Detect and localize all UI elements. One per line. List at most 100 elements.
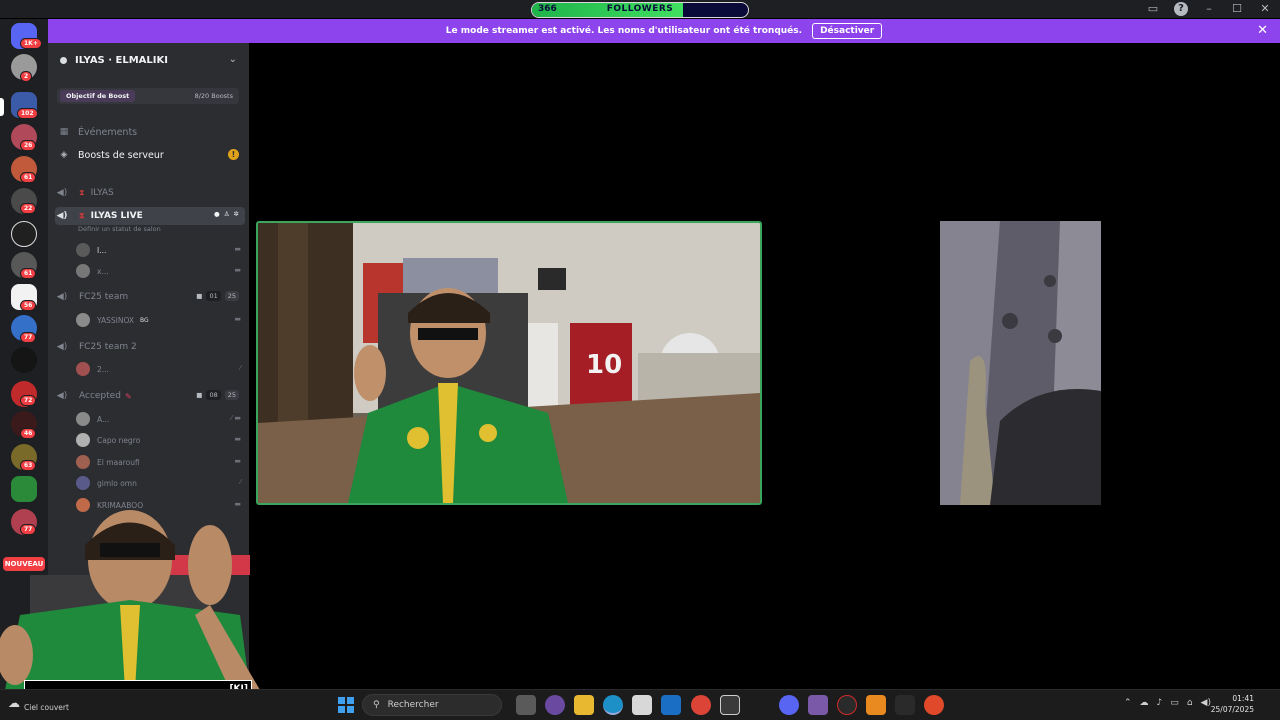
- capture-icon[interactable]: [720, 695, 740, 715]
- muted-icon: ⁄: [239, 364, 241, 372]
- help-icon[interactable]: ?: [1174, 2, 1188, 16]
- close-window-button[interactable]: ✕: [1258, 2, 1272, 16]
- server-boosts-link[interactable]: ◈ Boosts de serveur !: [58, 146, 243, 164]
- app-icon[interactable]: [808, 695, 828, 715]
- set-channel-status[interactable]: Définir un statut de salon: [78, 225, 161, 233]
- voice-channel-fc25-team[interactable]: ◀) FC25 team ■ 01 25: [55, 288, 245, 306]
- volume-icon[interactable]: ◀): [1201, 698, 1211, 708]
- edge-icon[interactable]: [603, 695, 623, 715]
- video-tile-main[interactable]: 10: [256, 221, 762, 505]
- video-tile-secondary[interactable]: [940, 221, 1101, 505]
- search-placeholder: Rechercher: [387, 700, 439, 710]
- microphone-icon[interactable]: ♪: [1157, 698, 1163, 708]
- boost-gem-icon: ◈: [60, 150, 68, 160]
- webcam-image: [0, 510, 260, 690]
- unread-badge: 61: [20, 268, 37, 279]
- user-limit: 25: [224, 390, 239, 400]
- disable-streamer-mode-button[interactable]: Désactiver: [812, 23, 883, 39]
- taskbar-search[interactable]: ⚲ Rechercher: [362, 694, 502, 716]
- rocket-icon: ✎: [124, 391, 132, 401]
- user-name: A...: [97, 414, 110, 424]
- stream-icon: ▬: [234, 457, 241, 465]
- voice-user[interactable]: El maaroufi ▬: [76, 454, 241, 470]
- network-icon[interactable]: ⌂: [1187, 698, 1193, 708]
- chevron-up-icon[interactable]: ⌃: [1124, 698, 1132, 708]
- monitor-icon[interactable]: ▭: [1170, 698, 1179, 708]
- user-name: 2...: [97, 364, 109, 374]
- discord-taskbar-icon[interactable]: [779, 695, 799, 715]
- avatar: [76, 412, 90, 426]
- voice-channel-ilyas[interactable]: ◀) ⧗ ILYAS: [55, 184, 245, 202]
- unread-badge: 63: [20, 460, 37, 471]
- unread-badge: 72: [20, 395, 37, 406]
- speaker-icon: ◀): [56, 292, 68, 302]
- store-icon[interactable]: [632, 695, 652, 715]
- windows-start-icon[interactable]: [338, 697, 354, 713]
- copilot-icon[interactable]: [545, 695, 565, 715]
- voice-channel-accepted[interactable]: ◀) Accepted ✎ ■ 08 25: [55, 387, 245, 405]
- unread-badge: 22: [20, 203, 37, 214]
- unread-badge: 61: [20, 172, 37, 183]
- stream-icon: ▬: [234, 266, 241, 274]
- window-controls: ▭ ? – ☐ ✕: [1146, 2, 1272, 16]
- minimize-button[interactable]: –: [1202, 2, 1216, 16]
- gear-icon[interactable]: ✲: [234, 210, 239, 218]
- chevron-down-icon[interactable]: ⌄: [229, 54, 237, 65]
- weather-widget[interactable]: ☁ Ciel couvert: [8, 693, 69, 713]
- channel-name: FC25 team 2: [79, 342, 137, 352]
- camera-icon: ■: [196, 292, 203, 300]
- avatar: [76, 264, 90, 278]
- server-icon[interactable]: [11, 347, 37, 373]
- outlook-icon[interactable]: [661, 695, 681, 715]
- app-icon[interactable]: [837, 695, 857, 715]
- unread-badge: 77: [20, 332, 37, 343]
- channel-name: Accepted: [79, 391, 121, 401]
- server-icon[interactable]: [11, 476, 37, 502]
- server-boosts-label: Boosts de serveur: [78, 149, 164, 161]
- clock[interactable]: 01:41 25/07/2025: [1211, 693, 1254, 715]
- speaker-icon: ◀): [56, 211, 68, 221]
- maximize-button[interactable]: ☐: [1230, 2, 1244, 16]
- app-icon[interactable]: [866, 695, 886, 715]
- app-icon[interactable]: [924, 695, 944, 715]
- user-tag: BG: [140, 316, 149, 324]
- voice-channel-fc25-team-2[interactable]: ◀) FC25 team 2: [55, 338, 245, 356]
- channel-name: ILYAS: [90, 188, 114, 198]
- cloud-icon: ☁: [8, 695, 20, 710]
- user-limit: 25: [224, 291, 239, 301]
- user-name: YASSINOX: [97, 315, 135, 325]
- channel-name: ILYAS LIVE: [90, 211, 143, 221]
- chrome-icon[interactable]: [691, 695, 711, 715]
- voice-channel-ilyas-live[interactable]: ◀) ⧗ ILYAS LIVE ● ♙ ✲: [55, 207, 245, 225]
- voice-user[interactable]: 2... ⁄: [76, 361, 241, 377]
- boost-goal-bar[interactable]: Objectif de Boost 8/20 Boosts: [57, 88, 239, 104]
- voice-user[interactable]: I... ▬: [76, 242, 241, 258]
- cloud-sync-icon[interactable]: ☁: [1140, 698, 1149, 708]
- voice-user[interactable]: YASSINOX BG ▬: [76, 312, 241, 328]
- events-link[interactable]: ▦ Événements: [58, 123, 243, 141]
- unread-badge: 56: [20, 300, 37, 311]
- task-view-icon[interactable]: [516, 695, 536, 715]
- user-name: Capo negro: [97, 435, 141, 445]
- voice-user[interactable]: gimlo omn ⁄: [76, 475, 241, 491]
- user-count: 08: [206, 390, 221, 400]
- camera-feed-image: [940, 221, 1101, 505]
- server-icon[interactable]: [11, 221, 37, 247]
- app-icon[interactable]: [895, 695, 915, 715]
- channel-actions: ● ♙ ✲: [214, 210, 239, 218]
- avatar: [76, 243, 90, 257]
- boost-goal-label: Objectif de Boost: [60, 90, 136, 102]
- file-explorer-icon[interactable]: [574, 695, 594, 715]
- voice-user[interactable]: Capo negro ▬: [76, 432, 241, 448]
- inbox-icon[interactable]: ▭: [1146, 2, 1160, 16]
- chat-icon[interactable]: ●: [214, 210, 220, 218]
- user-name: x...: [97, 266, 109, 276]
- close-banner-icon[interactable]: ✕: [1257, 24, 1268, 38]
- voice-user[interactable]: x... ▬: [76, 263, 241, 279]
- server-header[interactable]: ILYAS · ELMALIKI ⌄: [48, 43, 249, 77]
- add-member-icon[interactable]: ♙: [224, 210, 230, 218]
- channel-count: ■ 08 25: [196, 390, 239, 400]
- voice-user[interactable]: A... ⁄ ▬: [76, 411, 241, 427]
- camera-feed-image: 10: [258, 223, 760, 503]
- unread-badge: 1K+: [20, 38, 42, 49]
